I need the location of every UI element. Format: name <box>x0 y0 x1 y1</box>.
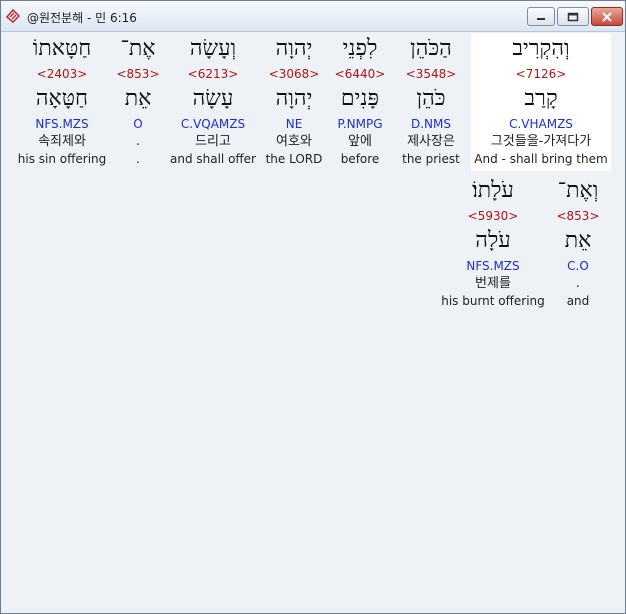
strong-number[interactable]: <6440> <box>329 65 391 83</box>
hebrew-word: וְעָשָׂה <box>189 36 237 61</box>
app-icon <box>5 8 21 24</box>
word-7[interactable]: חַטָּאתוֹ <2403> חַטָּאָה NFS.MZS 속죄제와 h… <box>15 33 109 171</box>
strong-number[interactable]: <5930> <box>441 207 545 225</box>
lemma: יְהוָה <box>275 86 313 111</box>
english-gloss: the LORD <box>265 152 323 166</box>
lemma: קָרַב <box>524 86 558 111</box>
morphology: O <box>133 117 143 131</box>
lemma: אֵת <box>564 228 592 253</box>
strong-number[interactable]: <2403> <box>15 65 109 83</box>
lemma: עֹלָה <box>475 228 511 253</box>
korean-gloss: 제사장은 <box>407 134 455 149</box>
strong-number[interactable]: <3068> <box>261 65 327 83</box>
hebrew-word: לִפְנֵי <box>342 36 378 61</box>
strong-number[interactable]: <853> <box>113 65 163 83</box>
hebrew-word: יְהוָה <box>275 36 313 61</box>
morphology: NFS.MZS <box>35 117 89 131</box>
english-gloss: and <box>566 294 590 308</box>
korean-gloss: 앞에 <box>348 134 372 149</box>
english-gloss: and shall offer <box>169 152 256 166</box>
lemma: פָּנִים <box>340 86 380 111</box>
word-1[interactable]: וְהִקְרִיב <7126> קָרַב C.VHAMZS 그것들을-가져… <box>471 33 611 171</box>
english-gloss: the priest <box>402 152 460 166</box>
morphology: NE <box>285 117 303 131</box>
hebrew-word: וְאֶת־ <box>557 178 599 203</box>
english-gloss: And - shall bring them <box>474 152 608 166</box>
morphology: NFS.MZS <box>466 259 520 273</box>
window-title: @원전분해 - 민 6:16 <box>27 11 137 25</box>
maximize-icon <box>567 12 579 21</box>
main-window: @원전분해 - 민 6:16 וְהִקְרִיב <7126> קָרַב C… <box>0 0 626 614</box>
morphology: D.NMS <box>410 117 451 131</box>
strong-number[interactable]: <6213> <box>169 65 257 83</box>
korean-gloss: . <box>575 276 581 291</box>
minimize-icon <box>537 17 545 20</box>
hebrew-word: הַכֹּהֵן <box>410 36 452 61</box>
strong-number[interactable]: <7126> <box>471 65 611 83</box>
word-9[interactable]: עֹלָתוֹ׃ <5930> עֹלָה NFS.MZS 번제를 his bu… <box>441 175 545 313</box>
korean-gloss: 드리고 <box>195 134 231 149</box>
english-gloss: his burnt offering <box>441 294 545 308</box>
lemma: אֵת <box>124 86 152 111</box>
morphology: C.VHAMZS <box>509 117 573 131</box>
word-2[interactable]: הַכֹּהֵן <3548> כֹּהֵן D.NMS 제사장은 the pr… <box>395 33 467 171</box>
hebrew-word: וְהִקְרִיב <box>512 36 570 61</box>
word-4[interactable]: יְהוָה <3068> יְהוָה NE 여호와 the LORD <box>261 33 327 171</box>
lemma: כֹּהֵן <box>416 86 446 111</box>
close-button[interactable] <box>591 7 623 26</box>
title-bar[interactable]: @원전분해 - 민 6:16 <box>1 1 625 32</box>
english-gloss: before <box>340 152 380 166</box>
word-3[interactable]: לִפְנֵי <6440> פָּנִים P.NMPG 앞에 before <box>329 33 391 171</box>
morphology: P.NMPG <box>337 117 383 131</box>
strong-number[interactable]: <853> <box>547 207 609 225</box>
korean-gloss: 여호와 <box>276 134 312 149</box>
word-6[interactable]: אֶת־ <853> אֵת O . . <box>113 33 163 171</box>
hebrew-word: אֶת־ <box>120 36 156 61</box>
korean-gloss: 그것들을-가져다가 <box>490 134 592 149</box>
hebrew-word: עֹלָתוֹ׃ <box>472 178 514 203</box>
korean-gloss: 번제를 <box>475 276 511 291</box>
strong-number[interactable]: <3548> <box>395 65 467 83</box>
english-gloss: his sin offering <box>17 152 107 166</box>
minimize-button[interactable] <box>527 7 555 26</box>
interlinear-panel: וְהִקְרִיב <7126> קָרַב C.VHAMZS 그것들을-가져… <box>7 33 619 607</box>
morphology: C.VQAMZS <box>180 117 246 131</box>
korean-gloss: 속죄제와 <box>38 134 86 149</box>
word-5[interactable]: וְעָשָׂה <6213> עָשָׂה C.VQAMZS 드리고 and … <box>169 33 257 171</box>
maximize-button[interactable] <box>557 7 589 26</box>
hebrew-word: חַטָּאתוֹ <box>32 36 92 61</box>
morphology: C.O <box>567 259 589 273</box>
korean-gloss: . <box>135 134 141 149</box>
english-gloss: . <box>136 152 140 166</box>
lemma: עָשָׂה <box>192 86 234 111</box>
lemma: חַטָּאָה <box>35 86 89 111</box>
word-8[interactable]: וְאֶת־ <853> אֵת C.O . and <box>547 175 609 313</box>
close-icon <box>602 11 612 22</box>
